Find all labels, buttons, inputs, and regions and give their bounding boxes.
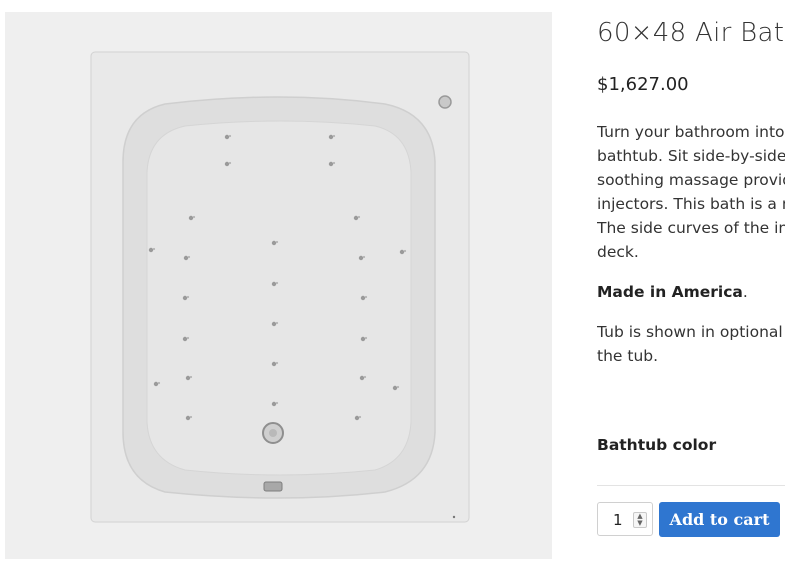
- product-description: Turn your bathroom into bathtub. Sit sid…: [597, 120, 785, 384]
- note-paragraph: Tub is shown in optional j the tub.: [597, 320, 785, 368]
- chevron-down-icon[interactable]: ▼: [635, 520, 645, 527]
- bathtub-color-label: Bathtub color: [597, 436, 717, 454]
- quantity-spinner[interactable]: ▲ ▼: [633, 512, 647, 528]
- product-title: 60×48 Air Bath: [597, 18, 785, 48]
- description-line: soothing massage provide: [597, 171, 785, 189]
- overflow: [263, 481, 283, 492]
- add-to-cart-button[interactable]: Add to cart: [659, 502, 780, 537]
- description-line: deck.: [597, 243, 639, 261]
- product-summary: 60×48 Air Bath $1,627.00 Turn your bathr…: [597, 12, 785, 563]
- product-image[interactable]: [5, 12, 552, 559]
- quantity-stepper[interactable]: 1 ▲ ▼: [597, 502, 653, 536]
- product-price: $1,627.00: [597, 74, 689, 95]
- description-line: Turn your bathroom into: [597, 123, 785, 141]
- description-line: bathtub. Sit side-by-side w: [597, 147, 785, 165]
- made-in-suffix: .: [742, 283, 748, 301]
- made-in-text: Made in America: [597, 283, 743, 301]
- divider: [597, 485, 785, 486]
- note-line: the tub.: [597, 347, 659, 365]
- made-in-paragraph: Made in America.: [597, 280, 785, 304]
- description-line: The side curves of the inte: [597, 219, 785, 237]
- bathtub-image: [5, 12, 552, 559]
- description-paragraph: Turn your bathroom into bathtub. Sit sid…: [597, 120, 785, 264]
- note-line: Tub is shown in optional j: [597, 323, 785, 341]
- quantity-value: 1: [613, 511, 623, 529]
- description-line: injectors. This bath is a m: [597, 195, 785, 213]
- control-knob: [438, 95, 452, 109]
